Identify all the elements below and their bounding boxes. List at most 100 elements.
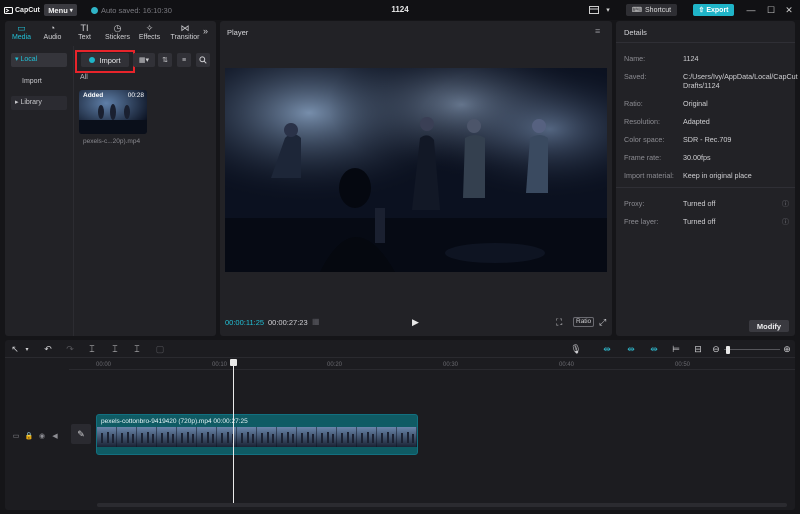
delete-icon[interactable]: ▢	[154, 343, 166, 355]
proxy-info-icon[interactable]: ⓘ	[782, 199, 789, 209]
stickers-icon: ◷	[113, 23, 122, 33]
player-title: Player	[227, 28, 249, 37]
auto-snap-icon[interactable]: ⇹	[601, 343, 613, 355]
sidebar-item-local-label: Local	[20, 56, 38, 63]
sidebar-item-local[interactable]: ▾ Local	[11, 53, 67, 67]
layout-icon[interactable]	[588, 4, 600, 16]
detail-value: 1124	[683, 54, 699, 63]
details-divider	[616, 42, 795, 43]
playhead-handle[interactable]	[230, 359, 237, 366]
filter-button[interactable]: ≡	[177, 53, 191, 67]
split-left-icon[interactable]: ⌶	[109, 343, 121, 355]
modify-label: Modify	[756, 321, 782, 331]
detail-label: Color space:	[624, 135, 665, 144]
ruler-tick: 00:50	[675, 362, 691, 368]
free-layer-info-icon[interactable]: ⓘ	[782, 217, 789, 227]
sort-button[interactable]: ⇅	[158, 53, 172, 67]
play-icon[interactable]: ▶	[412, 317, 419, 328]
video-preview[interactable]	[225, 68, 607, 272]
detail-row-name: Name: 1124	[624, 54, 698, 63]
split-icon[interactable]: ⌶	[86, 343, 98, 355]
view-mode-button[interactable]: ▦▾	[133, 53, 155, 67]
lock-icon[interactable]: 🔒	[25, 432, 34, 440]
zoom-slider-thumb[interactable]	[726, 346, 730, 354]
select-cursor-icon[interactable]: ↖	[9, 343, 21, 355]
app-logo-text: CapCut	[15, 6, 40, 14]
minimize-icon[interactable]: —	[745, 4, 757, 16]
detail-row-frame-rate: Frame rate: 30.00fps	[624, 153, 711, 162]
preview-axis-icon[interactable]: ⇹	[648, 343, 660, 355]
tab-effects-label: Effects	[138, 34, 161, 41]
linkage-icon[interactable]: ⇹	[625, 343, 637, 355]
modify-button[interactable]: Modify	[749, 320, 789, 332]
tab-media-label: Media	[11, 34, 32, 41]
tabs-more-icon[interactable]: »	[203, 26, 208, 36]
split-right-icon[interactable]: ⌶	[131, 343, 143, 355]
ratio-label: Ratio	[576, 318, 592, 325]
ratio-button[interactable]: Ratio	[573, 317, 595, 327]
microphone-icon[interactable]: 🎙	[570, 343, 582, 355]
player-panel: Player ≡ 00:00:11:25 00:00:27:23 ▦ ▶ ⛶ R…	[220, 21, 612, 336]
details-panel: Details Name: 1124 Saved: C:/Users/Ivy/A…	[616, 21, 798, 336]
zoom-slider-track[interactable]	[724, 349, 780, 350]
zoom-in-icon[interactable]: ⊕	[781, 343, 793, 355]
concert-video-frame	[225, 68, 607, 272]
details-section-divider	[616, 187, 795, 188]
select-dropdown-icon[interactable]: ▾	[21, 343, 33, 355]
sidebar-item-import[interactable]: Import	[11, 75, 67, 89]
redo-icon[interactable]: ↷	[64, 343, 76, 355]
tab-effects[interactable]: ✧ Effects	[133, 23, 166, 43]
added-badge: Added	[83, 92, 104, 99]
timecode-grid-icon[interactable]: ▦	[312, 317, 320, 326]
zoom-out-icon[interactable]: ⊖	[710, 343, 722, 355]
detail-label: Free layer:	[624, 217, 659, 226]
ruler-tick: 00:00	[96, 362, 112, 368]
search-button[interactable]	[196, 53, 210, 67]
detail-label: Name:	[624, 54, 646, 63]
detail-label: Proxy:	[624, 199, 645, 208]
fullscreen-icon[interactable]: ⤢	[599, 317, 606, 328]
menu-button[interactable]: Menu ▾	[44, 4, 77, 16]
close-icon[interactable]: ✕	[783, 4, 795, 16]
grid-icon: ▦▾	[138, 57, 150, 64]
align-icon[interactable]: ⊨	[670, 343, 682, 355]
media-thumbnail[interactable]: Added 00:28	[79, 90, 147, 134]
layout-dropdown-icon[interactable]: ▾	[602, 4, 614, 16]
sidebar-item-library-label: Library	[20, 99, 42, 106]
tab-transition-label: Transitior	[170, 34, 200, 41]
cover-edit-button[interactable]: ✎	[71, 424, 91, 444]
detail-value: Original	[683, 99, 708, 108]
video-clip[interactable]: pexels-cottonbro-9419420 (720p).mp4 00:0…	[96, 414, 418, 455]
detail-row-saved: Saved: C:/Users/Ivy/AppData/Local/CapCut…	[624, 72, 798, 90]
track-cover-icon[interactable]: ▭	[12, 432, 20, 440]
shortcut-button[interactable]: ⌨ Shortcut	[626, 4, 677, 16]
maximize-icon[interactable]: ☐	[765, 4, 777, 16]
player-menu-icon[interactable]: ≡	[595, 26, 600, 36]
playhead[interactable]	[233, 362, 234, 504]
current-time: 00:00:11:25	[225, 318, 265, 327]
tab-transition[interactable]: ⋈ Transitior	[167, 23, 203, 43]
fullscreen-crop-icon[interactable]: ⛶	[556, 317, 562, 328]
tab-stickers[interactable]: ◷ Stickers	[101, 23, 134, 43]
filter-icon: ≡	[181, 56, 187, 64]
split-view-icon[interactable]: ⊟	[692, 343, 704, 355]
caret-right-icon: ▸	[15, 99, 19, 106]
tab-media[interactable]: ▭ Media	[5, 23, 38, 43]
detail-value: Keep in original place	[683, 171, 752, 180]
ruler-baseline	[69, 369, 795, 370]
tab-audio[interactable]: ◔ Audio	[36, 23, 69, 43]
timeline-scrollbar[interactable]	[97, 503, 787, 507]
tab-text[interactable]: TI Text	[68, 23, 101, 43]
autosave-status: Auto saved: 16:10:30	[91, 4, 172, 16]
autosave-text: Auto saved: 16:10:30	[101, 5, 172, 15]
ruler-tick: 00:10	[212, 362, 228, 368]
detail-value: 30.00fps	[683, 153, 711, 162]
transition-icon: ⋈	[180, 23, 190, 33]
sidebar-item-library[interactable]: ▸ Library	[11, 96, 67, 110]
export-button[interactable]: ⇧ Export	[693, 4, 734, 16]
detail-row-color-space: Color space: SDR - Rec.709	[624, 135, 731, 144]
detail-label: Ratio:	[624, 99, 643, 108]
eye-icon[interactable]: ◉	[38, 432, 46, 440]
speaker-icon[interactable]: ◀	[51, 432, 59, 440]
undo-icon[interactable]: ↶	[42, 343, 54, 355]
